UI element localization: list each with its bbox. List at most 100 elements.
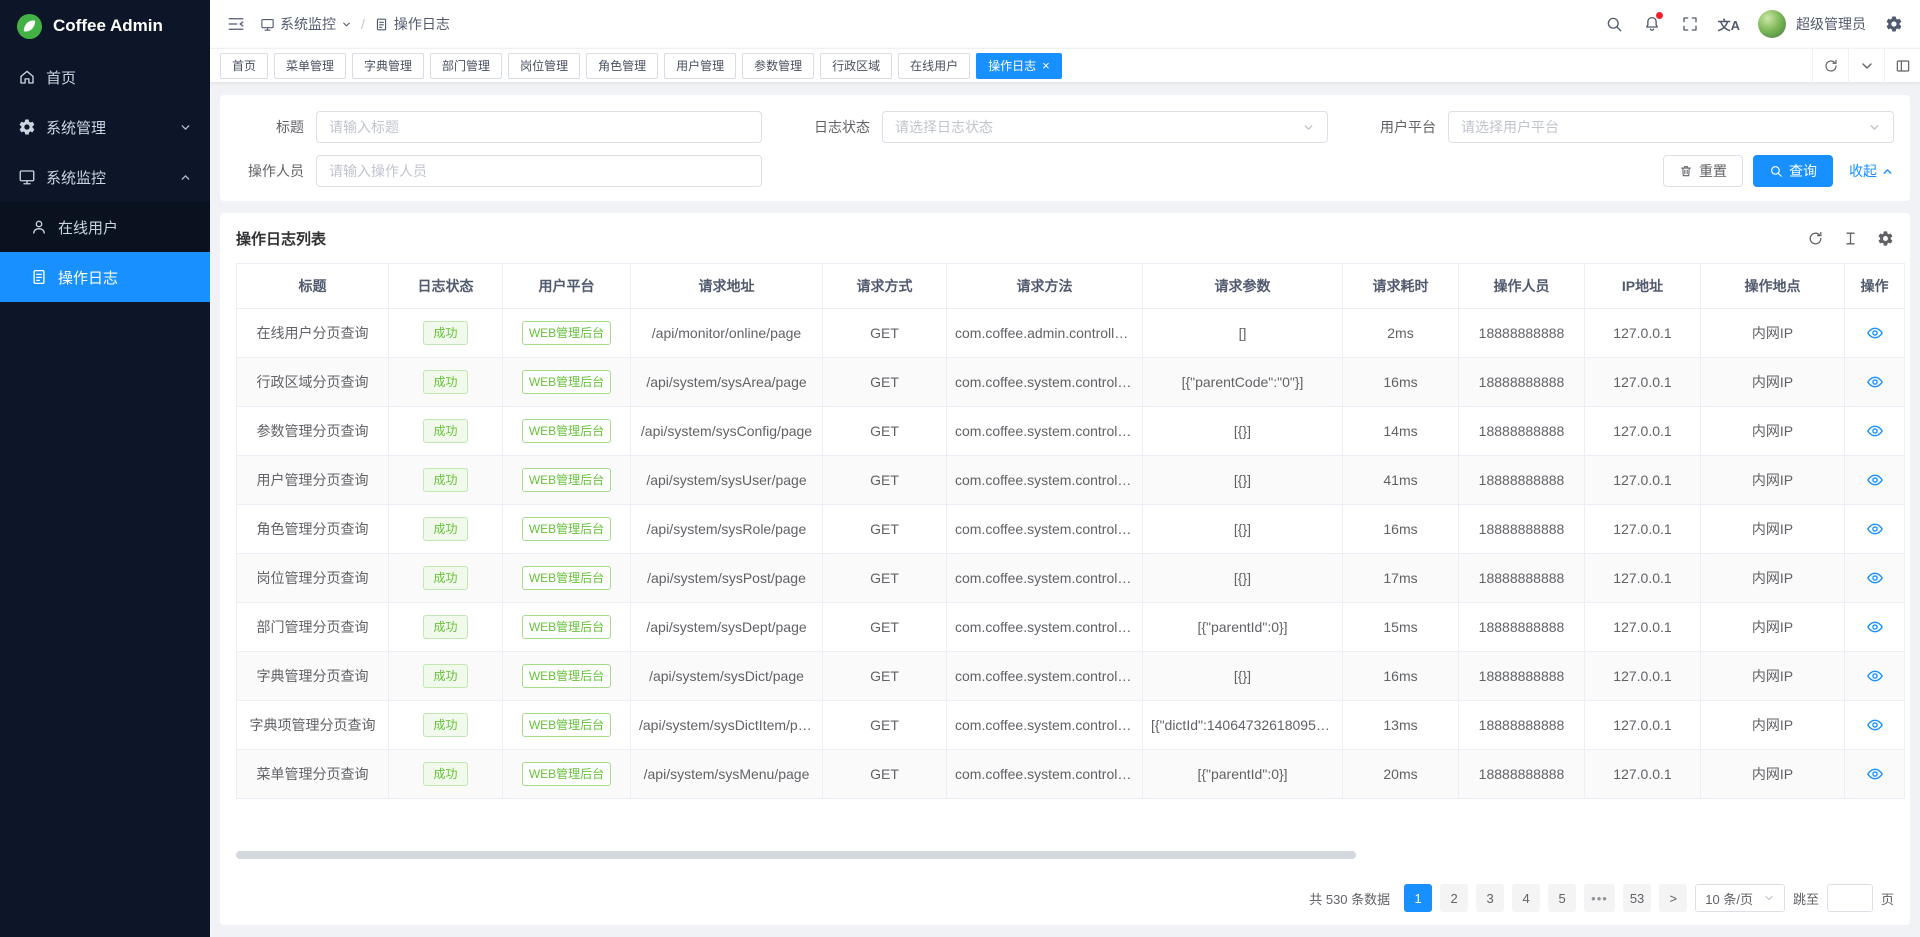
collapse-sidebar-icon[interactable] [226, 14, 246, 34]
app-root: Coffee Admin 首页 系统管理 [0, 0, 1920, 937]
next-page-button[interactable]: > [1659, 884, 1687, 912]
cell-request-function: com.coffee.admin.controller... [947, 309, 1143, 358]
notification-bell-icon[interactable] [1642, 14, 1662, 34]
cell-request-url: /api/system/sysPost/page [631, 554, 823, 603]
cell-operator: 18888888888 [1459, 750, 1585, 799]
collapse-filters-button[interactable]: 收起 [1849, 161, 1894, 181]
page-button-1[interactable]: 1 [1404, 884, 1432, 912]
view-detail-eye-icon[interactable] [1866, 569, 1884, 587]
filter-title-label: 标题 [236, 117, 316, 137]
row-height-icon[interactable] [1842, 230, 1859, 247]
tab[interactable]: 菜单管理 [274, 53, 346, 79]
cell-duration: 14ms [1343, 407, 1459, 456]
cell-duration: 16ms [1343, 652, 1459, 701]
cell-platform: WEB管理后台 [503, 505, 631, 554]
cell-action [1845, 407, 1905, 456]
cell-title: 角色管理分页查询 [237, 505, 389, 554]
settings-gear-icon[interactable] [1884, 14, 1904, 34]
sidebar-item-system-monitoring[interactable]: 系统监控 [0, 152, 210, 202]
tab[interactable]: 首页 [220, 53, 268, 79]
view-detail-eye-icon[interactable] [1866, 373, 1884, 391]
tab[interactable]: 岗位管理 [508, 53, 580, 79]
page-button-4[interactable]: 4 [1512, 884, 1540, 912]
cell-request-function: com.coffee.system.controlle... [947, 652, 1143, 701]
cell-ip: 127.0.0.1 [1585, 750, 1701, 799]
tab-label: 在线用户 [910, 57, 958, 74]
sidebar-item-home[interactable]: 首页 [0, 52, 210, 102]
status-tag: 成功 [423, 566, 467, 590]
view-detail-eye-icon[interactable] [1866, 765, 1884, 783]
tab[interactable]: 在线用户 [898, 53, 970, 79]
fullscreen-icon[interactable] [1680, 14, 1700, 34]
page-button-5[interactable]: 5 [1548, 884, 1576, 912]
reset-button[interactable]: 重置 [1663, 155, 1743, 187]
horizontal-scrollbar[interactable] [236, 851, 1356, 859]
pagination-ellipsis[interactable]: ••• [1584, 884, 1615, 912]
refresh-tabs-icon[interactable] [1812, 49, 1848, 83]
user-platform-select[interactable]: 请选择用户平台 [1448, 111, 1894, 143]
sidebar-item-operation-log[interactable]: 操作日志 [0, 252, 210, 302]
document-icon [30, 268, 48, 286]
tab[interactable]: 操作日志 × [976, 53, 1062, 79]
tab-close-icon[interactable]: × [1042, 59, 1050, 72]
sidebar-item-online-users[interactable]: 在线用户 [0, 202, 210, 252]
cell-ip: 127.0.0.1 [1585, 652, 1701, 701]
search-button[interactable]: 查询 [1753, 155, 1833, 187]
language-switch-icon[interactable]: 文A [1718, 14, 1740, 34]
layout-settings-icon[interactable] [1884, 49, 1920, 83]
log-status-select[interactable]: 请选择日志状态 [882, 111, 1328, 143]
cell-request-method: GET [823, 309, 947, 358]
page-size-select[interactable]: 10 条/页 [1695, 884, 1785, 912]
cell-operator: 18888888888 [1459, 505, 1585, 554]
view-detail-eye-icon[interactable] [1866, 520, 1884, 538]
cell-status: 成功 [389, 309, 503, 358]
page-size-value: 10 条/页 [1705, 889, 1753, 908]
tab[interactable]: 用户管理 [664, 53, 736, 79]
jump-page-input[interactable] [1827, 884, 1873, 912]
tab-menu-chevron-icon[interactable] [1848, 49, 1884, 83]
tab[interactable]: 角色管理 [586, 53, 658, 79]
user-avatar[interactable] [1758, 10, 1786, 38]
view-detail-eye-icon[interactable] [1866, 716, 1884, 734]
cell-title: 菜单管理分页查询 [237, 750, 389, 799]
search-button-label: 查询 [1789, 161, 1817, 181]
page-button-53[interactable]: 53 [1623, 884, 1651, 912]
table-body: 在线用户分页查询 成功 WEB管理后台 /api/monitor/online/… [237, 309, 1905, 799]
log-list-panel: 操作日志列表 [220, 213, 1910, 925]
title-input[interactable] [316, 111, 762, 143]
operator-input[interactable] [316, 155, 762, 187]
log-status-placeholder: 请选择日志状态 [895, 117, 993, 137]
page-button-2[interactable]: 2 [1440, 884, 1468, 912]
filter-actions: 重置 查询 收起 [802, 155, 1894, 187]
column-settings-gear-icon[interactable] [1877, 230, 1894, 247]
table-row: 行政区域分页查询 成功 WEB管理后台 /api/system/sysArea/… [237, 358, 1905, 407]
view-detail-eye-icon[interactable] [1866, 471, 1884, 489]
cell-request-params: [{"parentCode":"0"}] [1143, 358, 1343, 407]
username[interactable]: 超级管理员 [1796, 14, 1866, 34]
page-button-3[interactable]: 3 [1476, 884, 1504, 912]
cell-location: 内网IP [1701, 652, 1845, 701]
tab-label: 用户管理 [676, 57, 724, 74]
cell-platform: WEB管理后台 [503, 701, 631, 750]
view-detail-eye-icon[interactable] [1866, 324, 1884, 342]
view-detail-eye-icon[interactable] [1866, 618, 1884, 636]
search-icon[interactable] [1604, 14, 1624, 34]
cell-operator: 18888888888 [1459, 554, 1585, 603]
platform-tag: WEB管理后台 [522, 517, 611, 541]
platform-tag: WEB管理后台 [522, 566, 611, 590]
breadcrumb-parent[interactable]: 系统监控 [260, 14, 352, 34]
tab[interactable]: 参数管理 [742, 53, 814, 79]
tab[interactable]: 部门管理 [430, 53, 502, 79]
view-detail-eye-icon[interactable] [1866, 667, 1884, 685]
view-detail-eye-icon[interactable] [1866, 422, 1884, 440]
search-icon [1769, 164, 1783, 178]
tab[interactable]: 字典管理 [352, 53, 424, 79]
tab[interactable]: 行政区域 [820, 53, 892, 79]
sidebar-item-system-management[interactable]: 系统管理 [0, 102, 210, 152]
cell-request-params: [] [1143, 309, 1343, 358]
column-header: 操作人员 [1459, 264, 1585, 309]
cell-request-url: /api/system/sysUser/page [631, 456, 823, 505]
document-icon [374, 17, 389, 32]
cell-ip: 127.0.0.1 [1585, 456, 1701, 505]
refresh-table-icon[interactable] [1807, 230, 1824, 247]
